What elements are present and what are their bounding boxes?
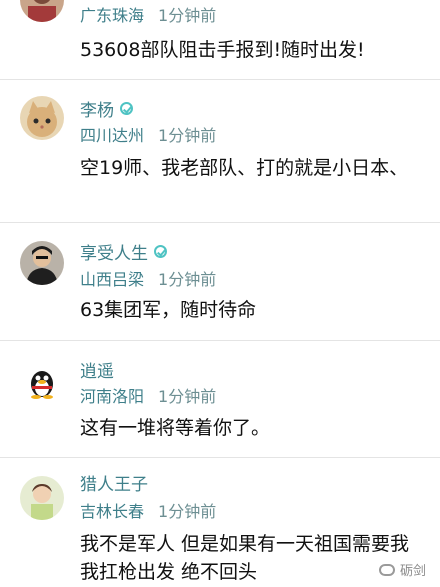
- wechat-icon: [378, 563, 395, 576]
- comment-item: 广东珠海 1分钟前 53608部队阻击手报到!随时出发!: [0, 0, 440, 80]
- watermark: 砺剑: [378, 560, 426, 579]
- time-label: 1分钟前: [158, 270, 217, 289]
- comment-item: 李杨 四川达州 1分钟前 空19师、我老部队、打的就是小日本、: [0, 80, 440, 223]
- comment-meta: 广东珠海 1分钟前: [80, 2, 216, 26]
- username-row: 享受人生: [80, 239, 167, 264]
- location-label: 广东珠海: [80, 6, 145, 25]
- avatar[interactable]: [20, 96, 64, 140]
- avatar[interactable]: [20, 359, 64, 403]
- verified-icon: [154, 245, 167, 258]
- location-label: 山西吕梁: [80, 270, 145, 289]
- avatar[interactable]: [20, 0, 64, 22]
- comment-item: 享受人生 山西吕梁 1分钟前 63集团军，随时待命: [0, 223, 440, 341]
- location-label: 四川达州: [80, 126, 145, 145]
- avatar[interactable]: [20, 241, 64, 285]
- avatar[interactable]: [20, 476, 64, 520]
- time-label: 1分钟前: [158, 502, 217, 521]
- time-label: 1分钟前: [158, 387, 217, 406]
- comment-text: 63集团军，随时待命: [80, 299, 257, 321]
- comment-meta: 山西吕梁 1分钟前: [80, 266, 216, 290]
- username-row: 李杨: [80, 96, 133, 121]
- comment-meta: 吉林长春 1分钟前: [80, 498, 216, 522]
- username[interactable]: 猎人王子: [80, 470, 148, 495]
- time-label: 1分钟前: [158, 6, 217, 25]
- comment-meta: 四川达州 1分钟前: [80, 122, 216, 146]
- comment-text: 53608部队阻击手报到!随时出发!: [80, 39, 365, 61]
- comment-item: 猎人王子 吉林长春 1分钟前 我不是军人 但是如果有一天祖国需要我 我扛枪出发 绝…: [0, 458, 440, 587]
- comment-meta: 河南洛阳 1分钟前: [80, 383, 216, 407]
- time-label: 1分钟前: [158, 126, 217, 145]
- username[interactable]: 逍遥: [80, 357, 114, 382]
- username[interactable]: 享受人生: [80, 239, 148, 264]
- location-label: 吉林长春: [80, 502, 145, 521]
- location-label: 河南洛阳: [80, 387, 145, 406]
- comment-text: 我不是军人 但是如果有一天祖国需要我 我扛枪出发 绝不回头: [80, 533, 410, 583]
- username-row: 猎人王子: [80, 470, 148, 495]
- comment-item: 逍遥 河南洛阳 1分钟前 这有一堆将等着你了。: [0, 341, 440, 458]
- comment-text: 空19师、我老部队、打的就是小日本、: [80, 157, 409, 179]
- comment-text: 这有一堆将等着你了。: [80, 417, 271, 439]
- username-row: 逍遥: [80, 357, 114, 382]
- verified-icon: [120, 102, 133, 115]
- username[interactable]: 李杨: [80, 96, 114, 121]
- watermark-label: 砺剑: [399, 564, 426, 579]
